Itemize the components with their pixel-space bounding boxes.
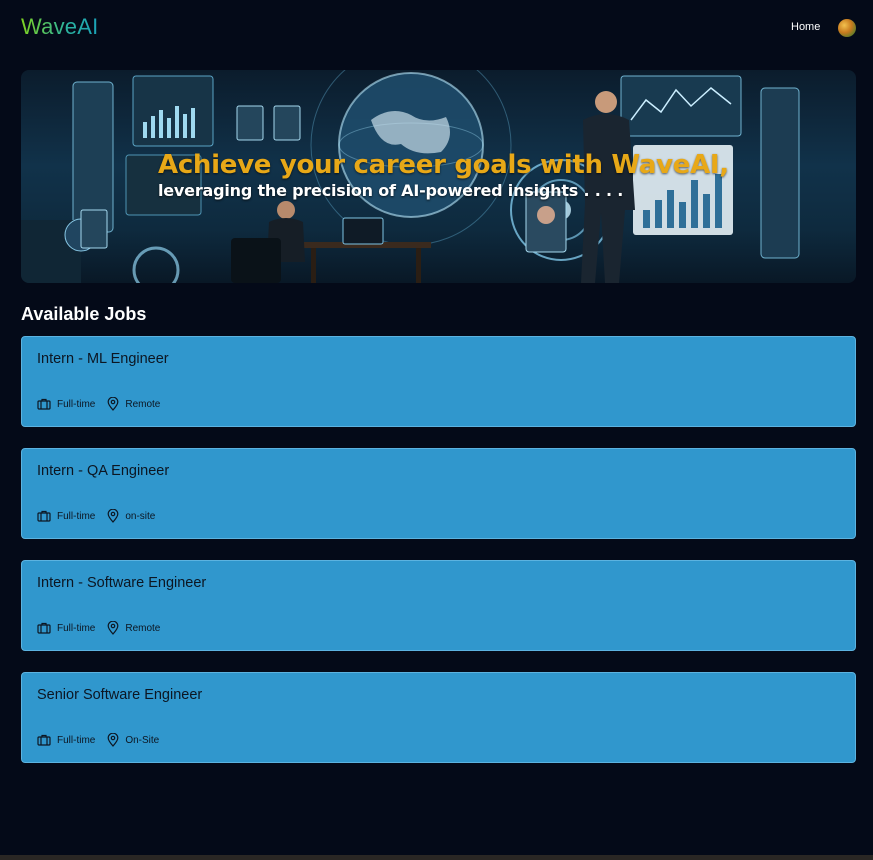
job-location-label: on-site (125, 510, 156, 522)
map-pin-icon (107, 397, 119, 411)
job-type: Full-time (37, 398, 95, 410)
job-location: On-Site (107, 733, 159, 747)
job-card[interactable]: Senior Software Engineer Full-time On-Si… (21, 672, 856, 763)
nav-home-link[interactable]: Home (791, 21, 820, 33)
job-location: Remote (107, 621, 160, 635)
job-location-label: Remote (125, 622, 161, 634)
job-title[interactable]: Intern - ML Engineer (37, 351, 169, 367)
user-avatar[interactable] (838, 19, 856, 37)
job-card[interactable]: Intern - Software Engineer Full-time Rem… (21, 560, 856, 651)
job-type-label: Full-time (57, 510, 96, 522)
job-location-label: Remote (125, 398, 161, 410)
job-type: Full-time (37, 510, 95, 522)
map-pin-icon (107, 621, 119, 635)
job-card[interactable]: Intern - ML Engineer Full-time Remote (21, 336, 856, 427)
hero-banner: Achieve your career goals with WaveAI, l… (21, 70, 856, 283)
briefcase-icon (37, 622, 51, 634)
job-title[interactable]: Intern - Software Engineer (37, 575, 206, 591)
job-type: Full-time (37, 622, 95, 634)
hero-subtitle: leveraging the precision of AI-powered i… (158, 181, 624, 200)
job-title[interactable]: Senior Software Engineer (37, 687, 202, 703)
job-card[interactable]: Intern - QA Engineer Full-time on-site (21, 448, 856, 539)
job-meta: Full-time Remote (37, 396, 172, 412)
job-type-label: Full-time (57, 734, 96, 746)
briefcase-icon (37, 510, 51, 522)
job-meta: Full-time Remote (37, 620, 172, 636)
job-meta: Full-time on-site (37, 508, 167, 524)
available-jobs-heading: Available Jobs (21, 304, 147, 324)
job-type: Full-time (37, 734, 95, 746)
map-pin-icon (107, 733, 119, 747)
job-location: on-site (107, 509, 155, 523)
job-location-label: On-Site (125, 734, 160, 746)
job-title[interactable]: Intern - QA Engineer (37, 463, 169, 479)
top-navbar: WaveAI Home (0, 0, 873, 56)
job-location: Remote (107, 397, 160, 411)
brand-logo[interactable]: WaveAI (21, 14, 98, 40)
hero-title: Achieve your career goals with WaveAI, (158, 150, 729, 180)
briefcase-icon (37, 398, 51, 410)
job-type-label: Full-time (57, 398, 96, 410)
job-meta: Full-time On-Site (37, 732, 171, 748)
job-type-label: Full-time (57, 622, 96, 634)
bottom-edge (0, 855, 873, 860)
briefcase-icon (37, 734, 51, 746)
map-pin-icon (107, 509, 119, 523)
